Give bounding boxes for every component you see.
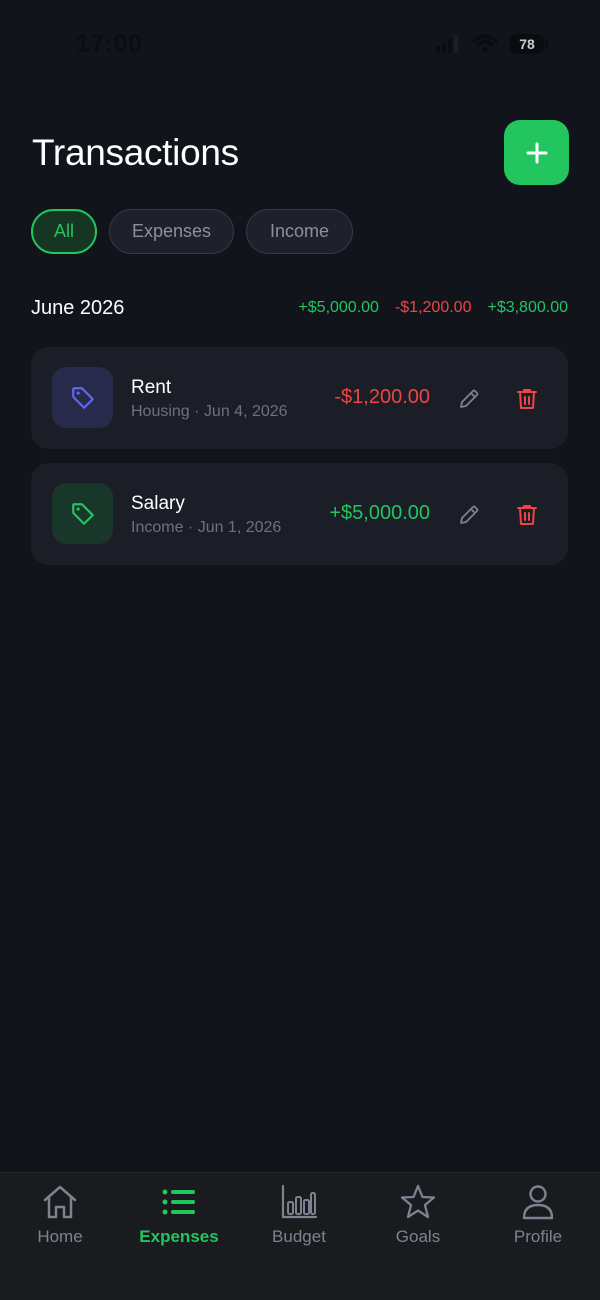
tab-profile[interactable]: Profile bbox=[488, 1183, 588, 1253]
tab-expenses[interactable]: Expenses bbox=[129, 1183, 229, 1253]
filter-chips: All Expenses Income bbox=[31, 209, 353, 254]
status-bar: 17:00 78 bbox=[0, 0, 600, 90]
category-icon-container bbox=[52, 483, 113, 544]
net-total: +$3,800.00 bbox=[487, 299, 568, 316]
transaction-title: Salary bbox=[131, 493, 185, 514]
filter-expenses[interactable]: Expenses bbox=[109, 209, 234, 254]
tab-label: Goals bbox=[395, 1227, 441, 1246]
wifi-icon bbox=[472, 34, 498, 53]
category-icon-container bbox=[52, 367, 113, 428]
income-total: +$5,000.00 bbox=[298, 299, 379, 316]
transaction-card[interactable]: Rent Housing · Jun 4, 2026 -$1,200.00 bbox=[31, 347, 568, 449]
edit-button[interactable] bbox=[455, 385, 483, 413]
tab-home[interactable]: Home bbox=[10, 1183, 110, 1253]
delete-button[interactable] bbox=[513, 385, 541, 413]
add-transaction-button[interactable] bbox=[504, 120, 569, 185]
transaction-title: Rent bbox=[131, 377, 172, 398]
tab-label: Profile bbox=[513, 1227, 563, 1246]
pencil-icon bbox=[460, 505, 479, 524]
pencil-icon bbox=[460, 389, 479, 408]
tag-icon bbox=[71, 386, 94, 409]
transaction-card[interactable]: Salary Income · Jun 1, 2026 +$5,000.00 bbox=[31, 463, 568, 565]
tab-label: Budget bbox=[272, 1227, 326, 1246]
transaction-amount: -$1,200.00 bbox=[334, 386, 430, 408]
edit-button[interactable] bbox=[455, 501, 483, 529]
user-icon bbox=[520, 1183, 556, 1221]
month-totals: +$5,000.00 -$1,200.00 +$3,800.00 bbox=[298, 299, 568, 317]
star-icon bbox=[399, 1183, 437, 1221]
status-time: 17:00 bbox=[76, 30, 143, 58]
bar-chart-icon bbox=[280, 1183, 318, 1221]
plus-icon bbox=[526, 142, 547, 163]
trash-icon bbox=[517, 505, 537, 525]
page-title: Transactions bbox=[32, 132, 239, 173]
tab-budget[interactable]: Budget bbox=[249, 1183, 349, 1253]
delete-button[interactable] bbox=[513, 501, 541, 529]
tag-icon bbox=[71, 502, 94, 525]
battery-indicator: 78 bbox=[510, 34, 548, 54]
bottom-tab-bar: Home Expenses Budget Goals Profile bbox=[0, 1172, 600, 1300]
expense-total: -$1,200.00 bbox=[394, 299, 472, 316]
trash-icon bbox=[517, 389, 537, 409]
tab-label: Home bbox=[37, 1227, 83, 1246]
status-icons: 78 bbox=[436, 34, 548, 54]
signal-icon bbox=[436, 35, 458, 53]
transaction-subtitle: Housing · Jun 4, 2026 bbox=[131, 403, 288, 420]
tab-label: Expenses bbox=[139, 1227, 219, 1246]
transaction-amount: +$5,000.00 bbox=[329, 502, 430, 524]
filter-all[interactable]: All bbox=[31, 209, 97, 254]
battery-level: 78 bbox=[519, 36, 535, 52]
month-label: June 2026 bbox=[31, 296, 125, 319]
tab-goals[interactable]: Goals bbox=[368, 1183, 468, 1253]
month-summary: June 2026 +$5,000.00 -$1,200.00 +$3,800.… bbox=[31, 294, 568, 322]
list-icon bbox=[161, 1183, 197, 1221]
filter-income[interactable]: Income bbox=[246, 209, 353, 254]
home-icon bbox=[41, 1183, 79, 1221]
transaction-subtitle: Income · Jun 1, 2026 bbox=[131, 519, 282, 536]
